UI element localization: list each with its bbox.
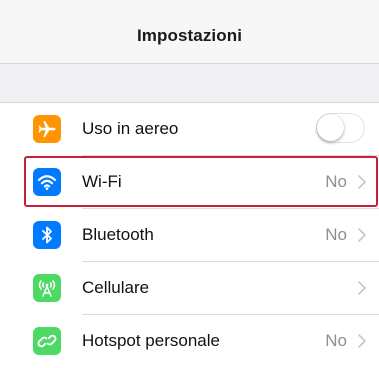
navigation-bar: Impostazioni [0, 0, 379, 64]
bluetooth-icon [33, 221, 61, 249]
hotspot-status-value: No [325, 331, 347, 350]
settings-row-wifi[interactable]: Wi-Fi No [0, 156, 379, 209]
section-spacer [0, 64, 379, 102]
settings-row-cellular[interactable]: Cellulare [0, 262, 379, 315]
chevron-right-icon [358, 175, 366, 189]
settings-row-label: Cellulare [82, 278, 150, 297]
airplane-icon [33, 115, 61, 143]
settings-row-label: Wi-Fi [82, 172, 122, 191]
settings-row-label: Uso in aereo [82, 119, 179, 138]
page-title: Impostazioni [136, 26, 243, 45]
bluetooth-status-value: No [325, 225, 347, 244]
settings-list: Uso in aereo Wi-Fi No Bluetooth No Cellu… [0, 102, 379, 368]
hotspot-link-icon [33, 327, 61, 355]
chevron-right-icon [358, 281, 366, 295]
cellular-antenna-icon [33, 274, 61, 302]
settings-row-label: Hotspot personale [82, 331, 220, 350]
settings-row-label: Bluetooth [82, 225, 154, 244]
chevron-right-icon [358, 334, 366, 348]
toggle-knob [317, 114, 344, 141]
wifi-icon [33, 168, 61, 196]
airplane-mode-toggle[interactable] [316, 113, 365, 143]
chevron-right-icon [358, 228, 366, 242]
settings-row-airplane-mode: Uso in aereo [0, 103, 379, 156]
settings-row-personal-hotspot[interactable]: Hotspot personale No [0, 315, 379, 368]
settings-row-bluetooth[interactable]: Bluetooth No [0, 209, 379, 262]
wifi-status-value: No [325, 172, 347, 191]
